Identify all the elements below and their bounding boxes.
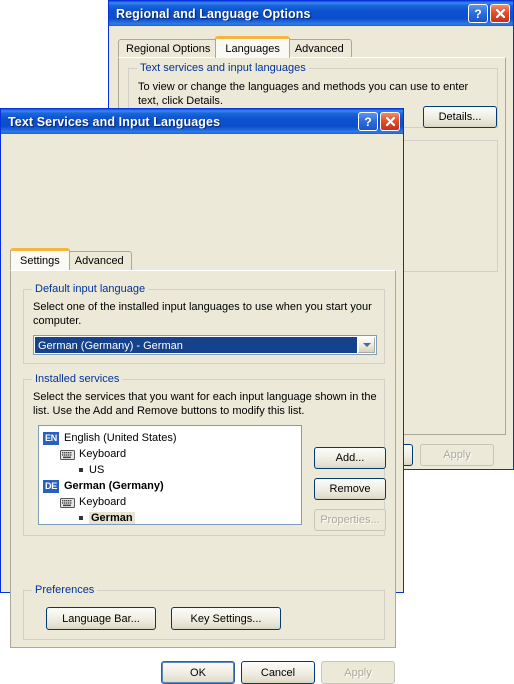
keyboard-icon [60, 449, 75, 460]
front-window-title: Text Services and Input Languages [8, 114, 221, 129]
list-item-label: Keyboard [79, 448, 127, 460]
default-input-language-description-line2: computer. [33, 315, 82, 327]
help-icon[interactable]: ? [358, 112, 378, 131]
list-item[interactable]: DE German (Germany) [43, 478, 301, 494]
remove-button-label: Remove [329, 483, 371, 495]
properties-button: Properties... [314, 509, 386, 531]
tab-regional-options-label: Regional Options [126, 43, 211, 55]
cancel-button[interactable]: Cancel [241, 661, 315, 684]
text-services-description-line2: text, click Details. [138, 95, 223, 107]
close-icon[interactable] [380, 112, 400, 131]
front-window-tabstrip[interactable]: Settings Advanced [10, 248, 132, 270]
default-input-language-groupbox: Default input language Select one of the… [23, 283, 385, 364]
list-item[interactable]: US [43, 462, 301, 478]
language-bar-button[interactable]: Language Bar... [46, 607, 156, 630]
default-input-language-selected-value: German (Germany) - German [35, 337, 357, 353]
remove-button[interactable]: Remove [314, 478, 386, 500]
installed-services-description-line1: Select the services that you want for ea… [33, 391, 377, 403]
text-services-description-line1: To view or change the languages and meth… [138, 81, 469, 93]
key-settings-button-label: Key Settings... [190, 612, 262, 625]
preferences-groupbox: Preferences Language Bar... Key Settings… [23, 584, 385, 640]
back-window-titlebar[interactable]: Regional and Language Options ? [109, 1, 513, 26]
language-badge-icon: EN [43, 431, 59, 445]
add-button[interactable]: Add... [314, 447, 386, 469]
back-apply-button-label: Apply [443, 449, 471, 461]
preferences-groupbox-title: Preferences [32, 584, 98, 596]
back-apply-button: Apply [420, 444, 494, 466]
properties-button-label: Properties... [320, 514, 380, 526]
apply-button-label: Apply [344, 666, 372, 679]
front-window-tabpage: Default input language Select one of the… [10, 270, 396, 648]
tab-languages[interactable]: Languages [215, 36, 290, 58]
apply-button: Apply [321, 661, 395, 684]
help-icon[interactable]: ? [468, 4, 488, 23]
chevron-down-icon[interactable] [358, 337, 375, 353]
list-item-label: German (Germany) [64, 480, 164, 492]
default-input-language-groupbox-title: Default input language [32, 283, 149, 295]
front-window-titlebar-buttons: ? [358, 112, 400, 131]
back-window-titlebar-buttons: ? [468, 4, 510, 23]
bullet-icon [79, 468, 83, 472]
ok-button[interactable]: OK [161, 661, 235, 684]
chevron-down-glyph [362, 343, 371, 347]
tab-advanced-front-label: Advanced [74, 255, 124, 267]
list-item[interactable]: German [43, 510, 301, 524]
list-item-label: US [89, 464, 105, 476]
list-item[interactable]: Keyboard [43, 494, 301, 510]
list-item[interactable]: Keyboard [43, 446, 301, 462]
installed-services-listbox[interactable]: EN English (United States) Keyboard US D… [38, 425, 302, 525]
tab-advanced-back[interactable]: Advanced [286, 39, 352, 58]
default-input-language-combobox[interactable]: German (Germany) - German [33, 335, 377, 355]
list-item-label: Keyboard [79, 496, 127, 508]
key-settings-button[interactable]: Key Settings... [171, 607, 281, 630]
back-window-tabstrip[interactable]: Regional Options Languages Advanced [118, 36, 352, 58]
list-item[interactable]: EN English (United States) [43, 430, 301, 446]
keyboard-icon [60, 497, 75, 508]
tab-settings[interactable]: Settings [10, 248, 70, 270]
default-input-language-description-line1: Select one of the installed input langua… [33, 301, 372, 313]
tab-languages-label: Languages [225, 43, 280, 55]
installed-services-description-line2: list. Use the Add and Remove buttons to … [33, 405, 305, 417]
list-item-label-selected: German [89, 512, 135, 524]
bullet-icon [79, 516, 83, 520]
language-badge-icon: DE [43, 479, 59, 493]
tab-regional-options[interactable]: Regional Options [118, 39, 219, 58]
close-icon[interactable] [490, 4, 510, 23]
tab-advanced-back-label: Advanced [294, 43, 344, 55]
back-window-title: Regional and Language Options [116, 6, 311, 21]
details-button[interactable]: Details... [423, 106, 497, 128]
list-item-label: English (United States) [64, 432, 177, 444]
text-services-groupbox-title: Text services and input languages [137, 62, 309, 74]
details-button-label: Details... [438, 111, 482, 123]
cancel-button-label: Cancel [260, 666, 296, 679]
tab-settings-label: Settings [20, 255, 60, 267]
tab-advanced-front[interactable]: Advanced [66, 251, 132, 270]
language-bar-button-label: Language Bar... [62, 612, 140, 625]
ok-button-label: OK [190, 666, 206, 679]
installed-services-groupbox-title: Installed services [32, 373, 123, 385]
installed-services-groupbox: Installed services Select the services t… [23, 373, 386, 536]
add-button-label: Add... [335, 452, 365, 464]
front-window-titlebar[interactable]: Text Services and Input Languages ? [1, 109, 403, 134]
text-services-and-input-languages-window[interactable]: Text Services and Input Languages ? Sett… [0, 108, 404, 684]
